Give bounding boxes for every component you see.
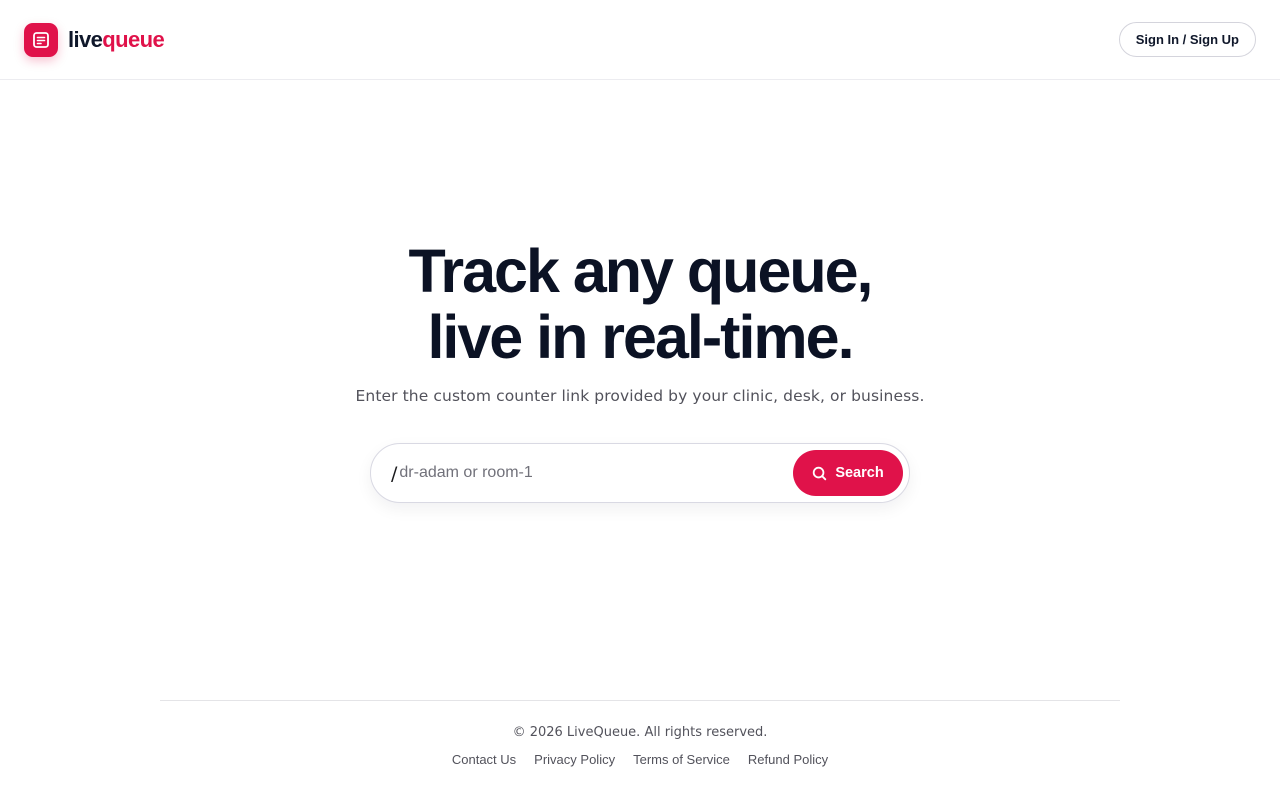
brand-name-part-a: live (68, 26, 103, 52)
footer-link-privacy[interactable]: Privacy Policy (534, 752, 615, 767)
footer-copyright: © 2026 LiveQueue. All rights reserved. (512, 725, 768, 740)
top-header: livequeue Sign In / Sign Up (0, 0, 1280, 80)
search-button-label: Search (835, 465, 884, 481)
hero-title-line-2: live in real-time. (427, 303, 854, 371)
sign-in-sign-up-button[interactable]: Sign In / Sign Up (1118, 22, 1256, 57)
hero-title: Track any queue, live in real-time. (0, 238, 1280, 370)
counter-search-form: / Search (370, 443, 910, 503)
brand-name: livequeue (68, 26, 165, 52)
footer-links: Contact Us Privacy Policy Terms of Servi… (0, 752, 1280, 767)
footer-link-terms[interactable]: Terms of Service (633, 752, 730, 767)
brand-name-part-b: queue (102, 26, 165, 52)
footer-link-refund[interactable]: Refund Policy (748, 752, 828, 767)
url-prefix-slash: / (391, 463, 398, 485)
search-icon (813, 466, 827, 480)
queue-list-icon (24, 22, 58, 57)
footer-divider (160, 700, 1120, 701)
hero-title-line-1: Track any queue, (408, 237, 874, 305)
page: livequeue Sign In / Sign Up Track any qu… (0, 0, 1280, 800)
hero-subtitle: Enter the custom counter link provided b… (355, 387, 925, 405)
counter-link-input[interactable] (399, 453, 793, 493)
search-button[interactable]: Search (793, 450, 903, 496)
footer-link-contact[interactable]: Contact Us (452, 752, 516, 767)
brand-logo-link[interactable]: livequeue (24, 22, 165, 57)
hero-section: Track any queue, live in real-time. Ente… (0, 238, 1280, 405)
